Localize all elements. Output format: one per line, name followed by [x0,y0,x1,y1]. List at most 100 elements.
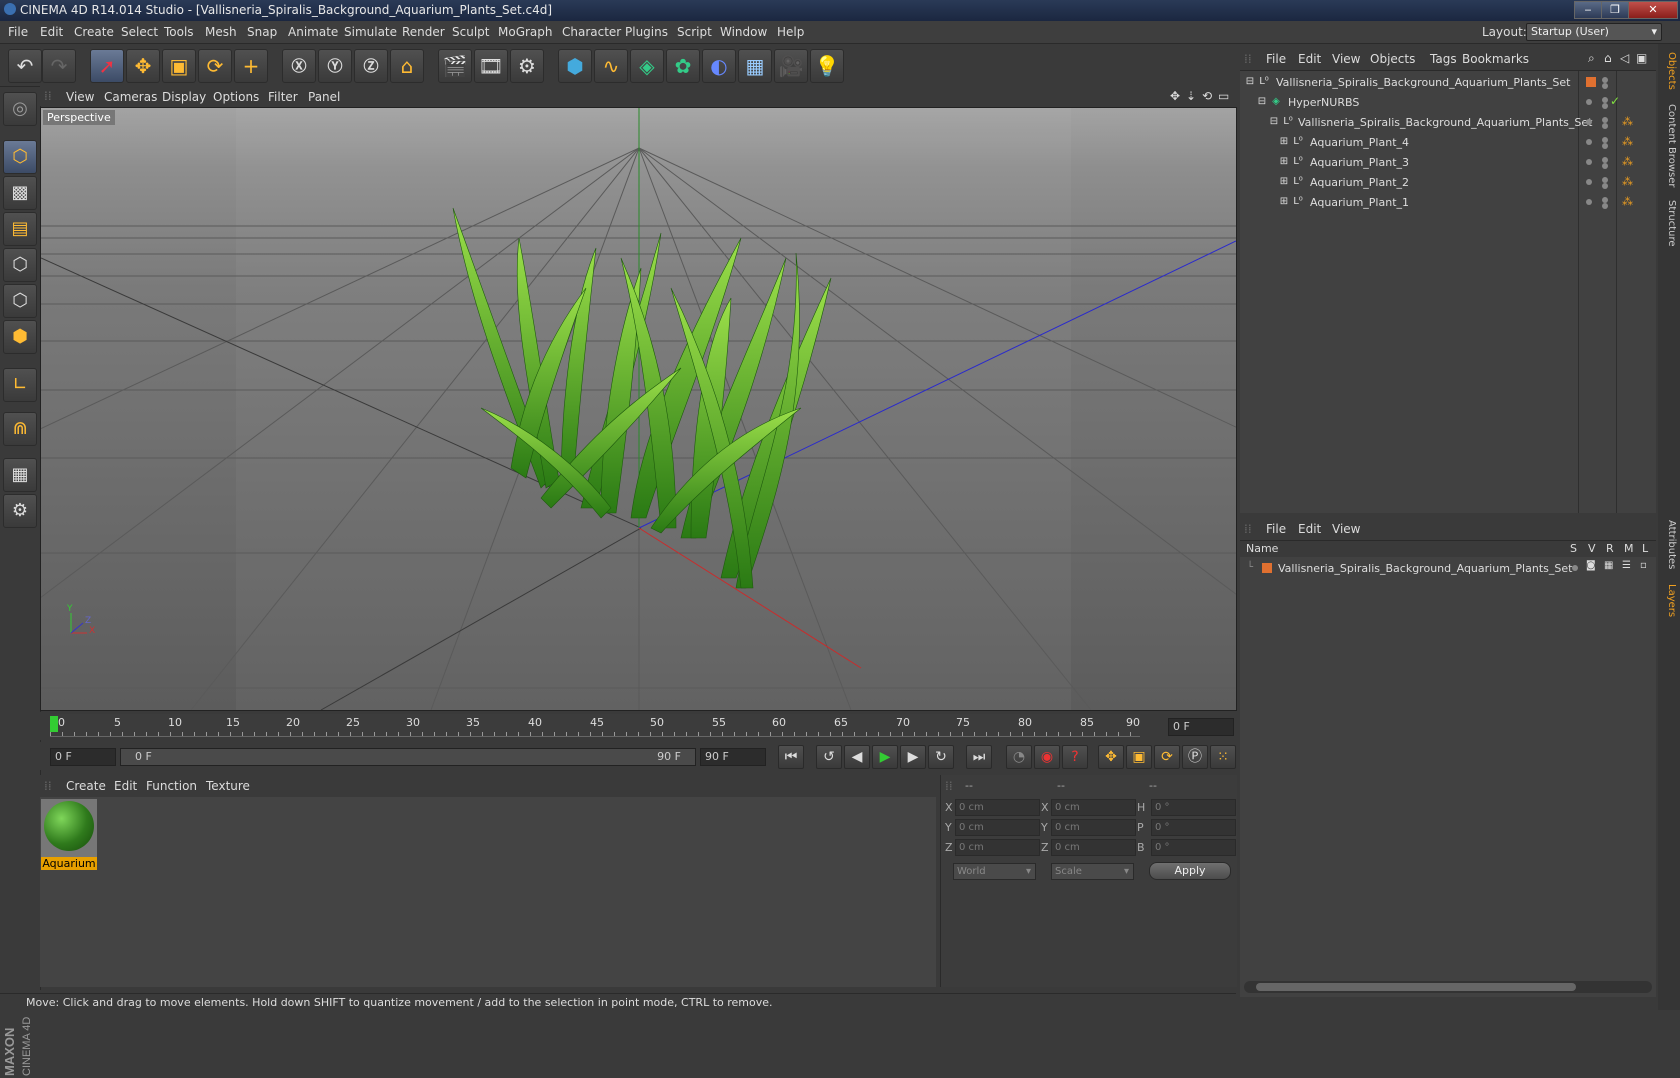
render-picture-viewer-button[interactable]: 🎞 [474,49,508,83]
menu-render[interactable]: Render [402,25,445,39]
frame-range-slider[interactable]: 0 F 90 F [120,748,696,766]
record-position-button[interactable]: ✥ [1098,745,1124,769]
menu-character[interactable]: Character [562,25,621,39]
material-menu-texture[interactable]: Texture [206,779,250,793]
column-header-name[interactable]: Name [1246,542,1278,555]
scale-select[interactable]: Scale ▾ [1051,863,1134,880]
view-toggle-icon[interactable]: ◙ [1586,560,1596,571]
expand-icon[interactable]: ⊞ [1278,176,1290,188]
expand-icon[interactable]: ⊞ [1278,196,1290,208]
y-axis-lock-button[interactable]: Ⓨ [318,49,352,83]
visibility-dot[interactable] [1586,179,1592,185]
model-mode-button[interactable]: ⬡ [3,140,37,174]
menu-tools[interactable]: Tools [164,25,194,39]
start-frame-field[interactable]: 0 F [50,748,116,766]
position-z-field[interactable]: 0 cm [955,839,1040,856]
next-key-button[interactable]: ↻ [928,745,954,769]
object-row[interactable]: ⊟ ◈ HyperNURBS ✓ [1240,93,1656,112]
viewport-menu-panel[interactable]: Panel [308,90,340,104]
record-scale-button[interactable]: ▣ [1126,745,1152,769]
render-toggle-icon[interactable]: ▦ [1604,560,1613,571]
visibility-dot[interactable] [1602,143,1608,149]
make-editable-button[interactable]: ◎ [3,92,37,126]
menu-mesh[interactable]: Mesh [205,25,237,39]
objects-menu-objects[interactable]: Objects [1370,52,1415,66]
move-view-icon[interactable]: ⇣ [1186,89,1196,103]
record-active-objects-button[interactable]: ◔ [1006,745,1032,769]
menu-mograph[interactable]: MoGraph [498,25,553,39]
position-x-field[interactable]: 0 cm [955,799,1040,816]
lock-toggle-icon[interactable]: ▫ [1640,560,1647,571]
menu-select[interactable]: Select [121,25,158,39]
collapse-icon[interactable]: ⊟ [1268,116,1280,128]
rotation-p-field[interactable]: 0 ° [1151,819,1236,836]
next-frame-button[interactable]: ▶ [900,745,926,769]
objects-menu-file[interactable]: File [1266,52,1286,66]
add-deformer-button[interactable]: ◐ [702,49,736,83]
record-pla-button[interactable]: ⁙ [1210,745,1236,769]
play-button[interactable]: ▶ [872,745,898,769]
object-row[interactable]: ⊟ L⁰ Vallisneria_Spiralis_Background_Aqu… [1240,73,1656,92]
go-to-start-button[interactable]: ⏮ [778,745,804,769]
timeline-playhead[interactable] [50,716,58,732]
add-nurbs-button[interactable]: ◈ [630,49,664,83]
objects-menu-bookmarks[interactable]: Bookmarks [1462,52,1529,66]
tab-structure[interactable]: Structure [1661,200,1677,247]
menu-simulate[interactable]: Simulate [344,25,397,39]
keyframe-selection-button[interactable]: ? [1062,745,1088,769]
layers-menu-edit[interactable]: Edit [1298,522,1321,536]
render-view-button[interactable]: 🎬 [438,49,472,83]
rotate-view-icon[interactable]: ⟲ [1202,89,1212,103]
menu-edit[interactable]: Edit [40,25,63,39]
texture-mode-button[interactable]: ▩ [3,176,37,210]
go-to-end-button[interactable]: ⏭ [966,745,992,769]
layer-color-swatch[interactable] [1262,563,1272,573]
tab-layers[interactable]: Layers [1661,584,1677,617]
new-window-icon[interactable]: ▣ [1636,51,1647,65]
objects-menu-view[interactable]: View [1332,52,1360,66]
add-array-button[interactable]: ✿ [666,49,700,83]
end-frame-field[interactable]: 90 F [700,748,766,766]
viewport-menu-display[interactable]: Display [162,90,206,104]
visibility-dot[interactable] [1586,159,1592,165]
viewport-menu-options[interactable]: Options [213,90,259,104]
maximize-icon[interactable]: ❐ [1601,1,1629,19]
visibility-dot[interactable] [1602,103,1608,109]
position-y-field[interactable]: 0 cm [955,819,1040,836]
menu-animate[interactable]: Animate [288,25,338,39]
size-y-field[interactable]: 0 cm [1051,819,1136,836]
add-cube-button[interactable]: ⬢ [558,49,592,83]
rotate-tool-button[interactable]: ⟳ [198,49,232,83]
autokeying-button[interactable]: ◉ [1034,745,1060,769]
edges-mode-button[interactable]: ⬡ [3,284,37,318]
axis-mode-button[interactable]: ∟ [3,368,37,402]
expand-icon[interactable]: ⊞ [1278,136,1290,148]
enabled-check-icon[interactable]: ✓ [1610,94,1620,108]
object-row[interactable]: ⊟ L⁰ Vallisneria_Spiralis_Background_Aqu… [1240,113,1656,132]
visibility-dot[interactable] [1602,183,1608,189]
current-frame-field[interactable]: 0 F [1168,718,1234,736]
manager-toggle-icon[interactable]: ☰ [1622,560,1631,571]
material-menu-create[interactable]: Create [66,779,106,793]
layer-row[interactable]: └ Vallisneria_Spiralis_Background_Aquari… [1240,559,1656,578]
record-parameter-button[interactable]: Ⓟ [1182,745,1208,769]
polygons-mode-button[interactable]: ⬢ [3,320,37,354]
objects-menu-edit[interactable]: Edit [1298,52,1321,66]
object-row[interactable]: ⊞ L⁰ Aquarium_Plant_1 ⁂ [1240,193,1656,212]
menu-help[interactable]: Help [777,25,804,39]
rotation-b-field[interactable]: 0 ° [1151,839,1236,856]
expand-icon[interactable]: ⊞ [1278,156,1290,168]
menu-snap[interactable]: Snap [247,25,277,39]
menu-sculpt[interactable]: Sculpt [452,25,489,39]
collapse-icon[interactable]: ⊟ [1256,96,1268,108]
add-spline-button[interactable]: ∿ [594,49,628,83]
tab-content-browser[interactable]: Content Browser [1661,104,1677,187]
redo-button[interactable]: ↷ [42,49,76,83]
back-icon[interactable]: ◁ [1620,51,1629,65]
collapse-icon[interactable]: ⊟ [1244,76,1256,88]
maximize-view-icon[interactable]: ▭ [1218,89,1229,103]
minimize-icon[interactable]: ‒ [1574,1,1602,19]
size-x-field[interactable]: 0 cm [1051,799,1136,816]
menu-script[interactable]: Script [677,25,712,39]
timeline[interactable]: 0 5 10 15 20 25 30 35 40 45 50 55 60 65 … [40,712,1236,740]
